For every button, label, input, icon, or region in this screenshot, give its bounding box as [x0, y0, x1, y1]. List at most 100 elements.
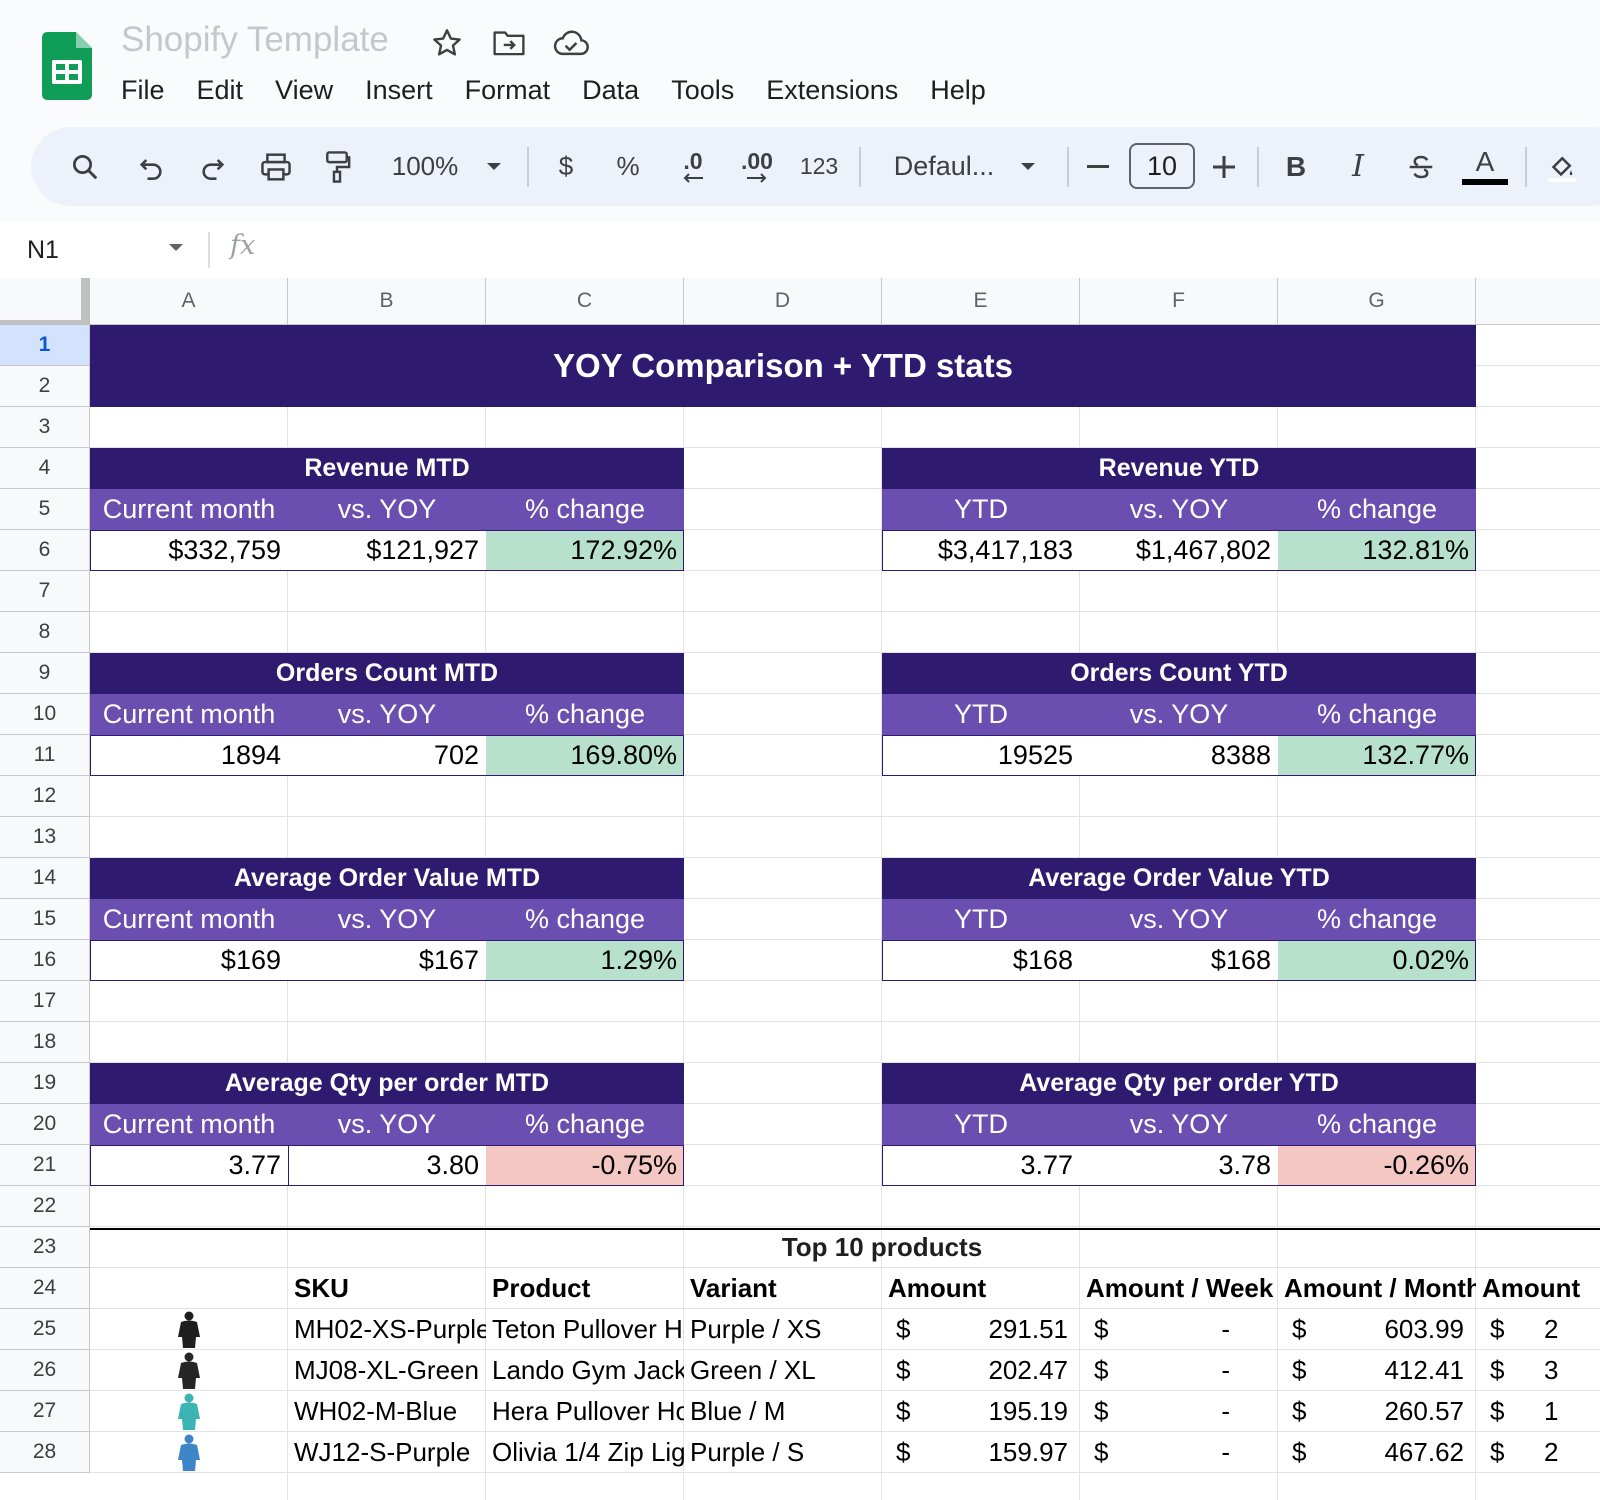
- increase-font-size-icon[interactable]: [1209, 127, 1239, 206]
- row-header-13[interactable]: 13: [0, 817, 90, 858]
- row-header-23[interactable]: 23: [0, 1227, 90, 1268]
- print-icon[interactable]: [255, 127, 297, 206]
- row-header-19[interactable]: 19: [0, 1063, 90, 1104]
- kpi-value[interactable]: 3.77: [882, 1145, 1080, 1186]
- row-header-22[interactable]: 22: [0, 1186, 90, 1227]
- menu-file[interactable]: File: [105, 70, 181, 110]
- product-name[interactable]: Hera Pullover Hoodie: [486, 1391, 684, 1432]
- number-format-button[interactable]: 123: [797, 127, 841, 206]
- row-header-8[interactable]: 8: [0, 612, 90, 653]
- menu-extensions[interactable]: Extensions: [750, 70, 914, 110]
- top10-column-header[interactable]: Variant: [684, 1268, 882, 1309]
- kpi-percent-change[interactable]: 1.29%: [486, 940, 684, 981]
- amount-month-cell[interactable]: $467.62: [1278, 1432, 1476, 1473]
- kpi-percent-change[interactable]: 0.02%: [1278, 940, 1476, 981]
- document-title[interactable]: Shopify Template: [121, 20, 389, 60]
- menu-edit[interactable]: Edit: [181, 70, 260, 110]
- increase-decimal-button[interactable]: .00: [735, 127, 779, 206]
- amount-week-cell[interactable]: $ -: [1080, 1309, 1278, 1350]
- zoom-dropdown-icon[interactable]: [479, 127, 509, 206]
- kpi-percent-change[interactable]: -0.75%: [486, 1145, 684, 1186]
- select-all-corner[interactable]: [0, 278, 90, 325]
- row-header-27[interactable]: 27: [0, 1391, 90, 1432]
- font-family-select[interactable]: Defaul...: [889, 127, 999, 206]
- column-header-e[interactable]: E: [882, 278, 1080, 325]
- kpi-value[interactable]: $167: [288, 940, 486, 981]
- row-header-15[interactable]: 15: [0, 899, 90, 940]
- kpi-value[interactable]: 19525: [882, 735, 1080, 776]
- currency-format-button[interactable]: $: [549, 127, 583, 206]
- row-header-24[interactable]: 24: [0, 1268, 90, 1309]
- percent-format-button[interactable]: %: [611, 127, 645, 206]
- kpi-value[interactable]: 3.77: [90, 1145, 288, 1186]
- kpi-value[interactable]: $121,927: [288, 530, 486, 571]
- amount-month-cell[interactable]: $260.57: [1278, 1391, 1476, 1432]
- column-header-d[interactable]: D: [684, 278, 882, 325]
- amount-week-cell[interactable]: $ -: [1080, 1432, 1278, 1473]
- kpi-value[interactable]: 1894: [90, 735, 288, 776]
- kpi-value[interactable]: 702: [288, 735, 486, 776]
- column-header-c[interactable]: C: [486, 278, 684, 325]
- kpi-percent-change[interactable]: -0.26%: [1278, 1145, 1476, 1186]
- menu-view[interactable]: View: [259, 70, 349, 110]
- paint-format-icon[interactable]: [317, 127, 357, 206]
- amount-extra-cell[interactable]: $2: [1476, 1309, 1600, 1350]
- amount-month-cell[interactable]: $603.99: [1278, 1309, 1476, 1350]
- kpi-value[interactable]: $3,417,183: [882, 530, 1080, 571]
- name-box[interactable]: N1: [27, 232, 59, 268]
- row-header-18[interactable]: 18: [0, 1022, 90, 1063]
- kpi-value[interactable]: 3.80: [288, 1145, 486, 1186]
- row-header-20[interactable]: 20: [0, 1104, 90, 1145]
- row-header-16[interactable]: 16: [0, 940, 90, 981]
- amount-week-cell[interactable]: $ -: [1080, 1391, 1278, 1432]
- text-color-button[interactable]: A: [1461, 127, 1509, 206]
- kpi-value[interactable]: $168: [1080, 940, 1278, 981]
- amount-extra-cell[interactable]: $2: [1476, 1432, 1600, 1473]
- redo-icon[interactable]: [193, 127, 233, 206]
- menu-help[interactable]: Help: [914, 70, 1002, 110]
- row-header-4[interactable]: 4: [0, 448, 90, 489]
- italic-button[interactable]: I: [1341, 127, 1375, 206]
- kpi-value[interactable]: $332,759: [90, 530, 288, 571]
- row-header-12[interactable]: 12: [0, 776, 90, 817]
- kpi-percent-change[interactable]: 172.92%: [486, 530, 684, 571]
- cloud-status-icon[interactable]: [552, 24, 590, 62]
- product-variant[interactable]: Purple / XS: [684, 1309, 882, 1350]
- top10-column-header[interactable]: Amount: [1476, 1268, 1600, 1309]
- row-header-11[interactable]: 11: [0, 735, 90, 776]
- name-box-dropdown-icon[interactable]: [168, 240, 184, 258]
- amount-cell[interactable]: $159.97: [882, 1432, 1080, 1473]
- kpi-value[interactable]: $168: [882, 940, 1080, 981]
- row-header-3[interactable]: 3: [0, 407, 90, 448]
- product-sku[interactable]: WJ12-S-Purple: [288, 1432, 486, 1473]
- row-header-1[interactable]: 1: [0, 325, 90, 366]
- column-header-h[interactable]: [1476, 278, 1600, 325]
- menu-format[interactable]: Format: [449, 70, 567, 110]
- sheets-logo-icon[interactable]: [42, 32, 92, 100]
- amount-cell[interactable]: $291.51: [882, 1309, 1080, 1350]
- row-header-10[interactable]: 10: [0, 694, 90, 735]
- column-header-g[interactable]: G: [1278, 278, 1476, 325]
- strikethrough-icon[interactable]: [1401, 127, 1441, 206]
- amount-extra-cell[interactable]: $3: [1476, 1350, 1600, 1391]
- column-header-b[interactable]: B: [288, 278, 486, 325]
- top10-column-header[interactable]: SKU: [288, 1268, 486, 1309]
- row-header-9[interactable]: 9: [0, 653, 90, 694]
- row-header-7[interactable]: 7: [0, 571, 90, 612]
- product-variant[interactable]: Purple / S: [684, 1432, 882, 1473]
- font-size-input[interactable]: 10: [1129, 143, 1195, 189]
- product-sku[interactable]: MJ08-XL-Green: [288, 1350, 486, 1391]
- column-header-a[interactable]: A: [90, 278, 288, 325]
- column-header-f[interactable]: F: [1080, 278, 1278, 325]
- undo-icon[interactable]: [131, 127, 171, 206]
- product-sku[interactable]: WH02-M-Blue: [288, 1391, 486, 1432]
- menu-tools[interactable]: Tools: [655, 70, 750, 110]
- fill-color-icon[interactable]: [1541, 127, 1581, 206]
- row-header-17[interactable]: 17: [0, 981, 90, 1022]
- font-dropdown-icon[interactable]: [1013, 127, 1043, 206]
- amount-extra-cell[interactable]: $1: [1476, 1391, 1600, 1432]
- kpi-value[interactable]: $1,467,802: [1080, 530, 1278, 571]
- decrease-font-size-icon[interactable]: [1083, 127, 1113, 206]
- kpi-percent-change[interactable]: 169.80%: [486, 735, 684, 776]
- product-name[interactable]: Lando Gym Jacket: [486, 1350, 684, 1391]
